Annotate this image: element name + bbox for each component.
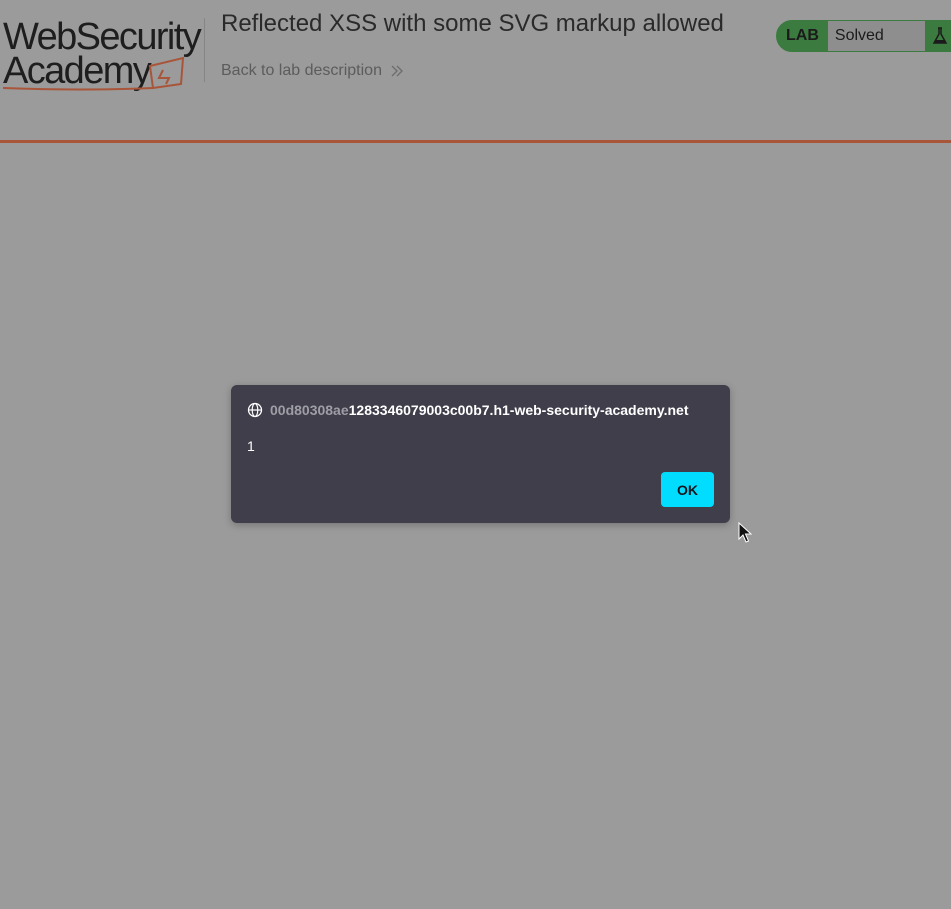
alert-dialog: 00d80308ae1283346079003c00b7.h1-web-secu… bbox=[231, 385, 730, 523]
double-chevron-right-icon bbox=[391, 65, 403, 77]
academy-logo[interactable]: WebSecurity Academy bbox=[3, 16, 203, 92]
lab-title: Reflected XSS with some SVG markup allow… bbox=[221, 10, 724, 37]
origin-host-text: 1283346079003c00b7.h1-web-security-acade… bbox=[348, 402, 689, 418]
lab-header: WebSecurity Academy Reflected XSS with s… bbox=[0, 0, 951, 143]
flask-icon bbox=[924, 20, 951, 52]
back-link-label: Back to lab description bbox=[221, 62, 382, 79]
ok-button[interactable]: OK bbox=[661, 472, 714, 507]
dialog-origin: 00d80308ae1283346079003c00b7.h1-web-secu… bbox=[247, 402, 688, 418]
lab-status-widget: LAB Solved bbox=[776, 20, 951, 52]
header-divider bbox=[204, 18, 205, 82]
back-to-description-link[interactable]: Back to lab description bbox=[221, 62, 404, 80]
lab-status-value: Solved bbox=[827, 20, 925, 52]
lab-page: WebSecurity Academy Reflected XSS with s… bbox=[0, 0, 951, 909]
dialog-message: 1 bbox=[247, 438, 255, 454]
mouse-pointer-icon bbox=[738, 522, 752, 543]
globe-icon bbox=[247, 402, 263, 418]
logo-mark-icon bbox=[3, 56, 185, 91]
lab-badge: LAB bbox=[776, 20, 828, 52]
origin-faded-text: 00d80308ae bbox=[270, 402, 349, 418]
